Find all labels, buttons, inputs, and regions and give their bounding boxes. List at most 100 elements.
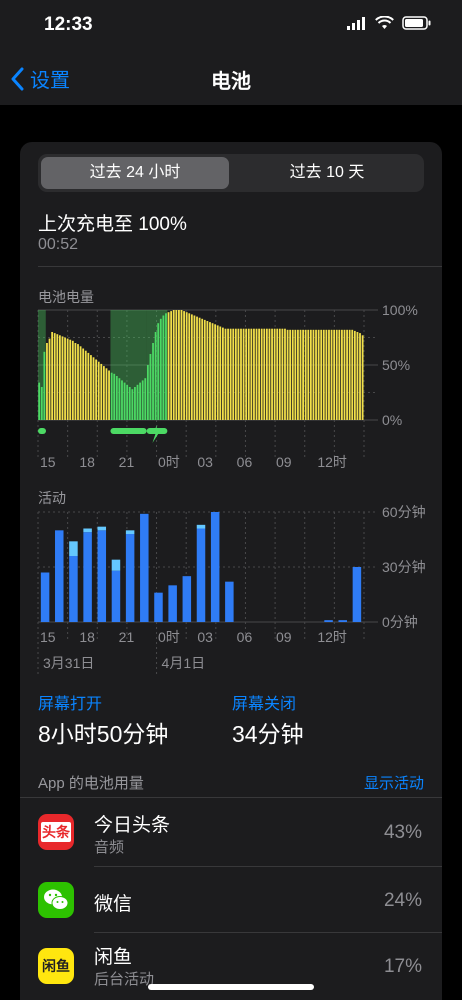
battery-bar bbox=[224, 328, 227, 420]
divider bbox=[94, 866, 442, 867]
x-tick-label: 03 bbox=[197, 454, 213, 470]
battery-bar bbox=[180, 310, 183, 420]
screen-on-bar bbox=[352, 567, 362, 622]
battery-bar bbox=[346, 329, 348, 420]
battery-bar bbox=[361, 335, 364, 420]
show-activity-link[interactable]: 显示活动 bbox=[364, 772, 424, 793]
segment-10-days[interactable]: 过去 10 天 bbox=[233, 157, 421, 189]
battery-bar bbox=[348, 329, 351, 420]
battery-bar bbox=[146, 365, 149, 420]
battery-bar bbox=[229, 328, 232, 420]
screen-off-bar bbox=[97, 526, 107, 531]
battery-bar bbox=[136, 384, 139, 420]
x-tick-label: 12时 bbox=[317, 629, 347, 645]
battery-bar bbox=[289, 329, 292, 420]
battery-bar bbox=[356, 332, 359, 420]
battery-bar bbox=[159, 318, 162, 420]
toutiao-icon: 头条 bbox=[38, 814, 74, 850]
y-tick-label: 0% bbox=[382, 412, 402, 428]
battery-bar bbox=[271, 328, 273, 420]
battery-bar bbox=[193, 315, 196, 420]
battery-bar bbox=[53, 333, 56, 420]
cellular-signal-icon bbox=[347, 17, 365, 30]
battery-bar bbox=[281, 328, 284, 420]
date-label: 4月1日 bbox=[162, 655, 206, 671]
battery-bar bbox=[338, 329, 341, 420]
battery-bar bbox=[61, 336, 64, 420]
screen-on-bar bbox=[111, 570, 121, 622]
battery-bar bbox=[196, 316, 198, 420]
battery-bar bbox=[165, 313, 167, 420]
battery-bar bbox=[245, 328, 248, 420]
x-tick-label: 18 bbox=[79, 454, 95, 470]
status-bar: 12:33 bbox=[0, 0, 462, 50]
battery-bar bbox=[141, 380, 144, 420]
battery-bar bbox=[40, 387, 43, 420]
battery-bar bbox=[190, 314, 193, 420]
battery-status-icon bbox=[402, 16, 431, 30]
page-title: 电池 bbox=[211, 71, 251, 93]
battery-bar bbox=[203, 319, 206, 420]
x-tick-label: 12时 bbox=[317, 454, 347, 470]
battery-bar bbox=[170, 311, 173, 420]
app-subtitle: 后台活动 bbox=[94, 971, 155, 988]
screen-on-bar bbox=[125, 534, 135, 622]
screen-on-bar bbox=[140, 513, 149, 622]
app-row-toutiao[interactable]: 头条 今日头条 音频 43% bbox=[20, 800, 442, 864]
status-icons bbox=[347, 16, 432, 30]
app-name: 闲鱼 bbox=[94, 947, 133, 968]
xianyu-icon: 闲鱼 bbox=[38, 948, 74, 984]
x-tick-label: 09 bbox=[276, 629, 292, 645]
home-indicator[interactable] bbox=[148, 984, 314, 990]
screen-off-bar bbox=[125, 530, 135, 534]
battery-bar bbox=[201, 318, 204, 420]
x-tick-label: 06 bbox=[237, 629, 253, 645]
battery-bar bbox=[307, 329, 310, 420]
app-usage-header: App 的电池用量 bbox=[38, 775, 144, 792]
battery-bar bbox=[297, 329, 299, 420]
battery-bar bbox=[333, 329, 336, 420]
battery-bar bbox=[115, 376, 118, 420]
battery-bar bbox=[108, 370, 110, 420]
screen-on-bar bbox=[40, 572, 50, 622]
screen-on-bar bbox=[324, 620, 333, 622]
battery-bar bbox=[157, 323, 160, 420]
x-tick-label: 15 bbox=[40, 629, 56, 645]
app-row-wechat[interactable]: 微信 24% bbox=[20, 868, 442, 932]
x-tick-label: 21 bbox=[119, 454, 135, 470]
battery-bar bbox=[335, 329, 338, 420]
battery-bar bbox=[353, 330, 356, 420]
battery-bar bbox=[320, 329, 323, 420]
screen-off-bar bbox=[69, 541, 78, 556]
battery-bar bbox=[79, 346, 82, 420]
battery-bar bbox=[260, 328, 263, 420]
battery-bar bbox=[216, 325, 219, 420]
battery-bar bbox=[211, 323, 214, 420]
battery-bar bbox=[294, 329, 297, 420]
battery-bar bbox=[110, 372, 113, 420]
battery-bar bbox=[82, 348, 85, 420]
battery-bar bbox=[128, 387, 131, 420]
time-range-segmented-control: 过去 24 小时 过去 10 天 bbox=[38, 154, 424, 192]
battery-bar bbox=[325, 329, 328, 420]
battery-bar bbox=[209, 322, 211, 420]
screen-on-bar bbox=[225, 581, 234, 622]
battery-bar bbox=[118, 378, 121, 420]
battery-bar bbox=[167, 312, 170, 420]
divider bbox=[38, 266, 442, 267]
app-subtitle: 音频 bbox=[94, 839, 125, 856]
charging-indicator bbox=[110, 428, 147, 434]
x-tick-label: 03 bbox=[197, 629, 213, 645]
battery-bar bbox=[309, 329, 312, 420]
y-tick-label: 50% bbox=[382, 357, 410, 373]
battery-bar bbox=[51, 332, 54, 420]
battery-bar bbox=[74, 343, 77, 420]
segment-24-hours[interactable]: 过去 24 小时 bbox=[41, 157, 229, 189]
screen-off-label: 屏幕关闭 bbox=[232, 696, 297, 713]
battery-card: 过去 24 小时 过去 10 天 上次充电至 100% 00:52 电池电量 1… bbox=[20, 142, 442, 1000]
battery-bar bbox=[113, 373, 116, 420]
battery-bar bbox=[247, 328, 250, 420]
battery-bar bbox=[302, 329, 304, 420]
last-charge-time: 00:52 bbox=[38, 236, 79, 253]
battery-bar bbox=[87, 352, 90, 420]
